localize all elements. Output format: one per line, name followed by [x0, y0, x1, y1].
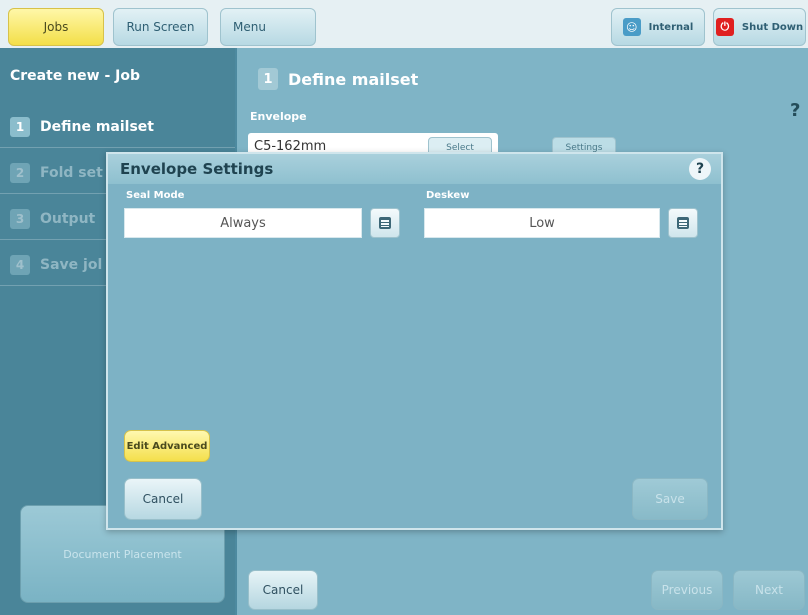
step-define-mailset[interactable]: 1 Define mailset — [0, 106, 235, 148]
step-label: Define mailset — [40, 118, 154, 135]
step-label: Fold set — [40, 164, 103, 181]
shut-down-label: Shut Down — [741, 21, 804, 33]
step-number: 1 — [10, 116, 30, 137]
internal-button[interactable]: ☺ Internal — [611, 8, 705, 46]
edit-advanced-button[interactable]: Edit Advanced — [124, 430, 210, 462]
seal-mode-list-button[interactable] — [370, 208, 400, 238]
user-icon: ☺ — [622, 18, 641, 36]
step-number: 2 — [10, 162, 30, 183]
jobs-tab[interactable]: Jobs — [8, 8, 104, 46]
power-icon: ⏻ — [715, 18, 734, 36]
internal-label: Internal — [648, 21, 694, 33]
menu-label: Menu — [233, 20, 266, 34]
jobs-tab-label: Jobs — [43, 20, 69, 34]
shut-down-button[interactable]: ⏻ Shut Down — [713, 8, 806, 46]
page-step-number: 1 — [258, 68, 278, 90]
step-label: Output — [40, 210, 96, 227]
run-screen-label: Run Screen — [126, 20, 195, 34]
dialog-title: Envelope Settings — [120, 160, 274, 178]
help-icon[interactable]: ? — [790, 100, 808, 122]
list-icon — [677, 217, 689, 229]
dialog-help-icon[interactable]: ? — [689, 158, 711, 180]
page-title: 1 Define mailset — [258, 68, 418, 90]
menu-tab[interactable]: Menu — [220, 8, 316, 46]
dialog-cancel-button[interactable]: Cancel — [124, 478, 202, 520]
envelope-label: Envelope — [250, 110, 307, 123]
deskew-list-button[interactable] — [668, 208, 698, 238]
seal-mode-label: Seal Mode — [126, 190, 185, 201]
previous-button[interactable]: Previous — [651, 570, 723, 610]
dialog-save-button[interactable]: Save — [632, 478, 708, 520]
run-screen-tab[interactable]: Run Screen — [113, 8, 208, 46]
top-bar: Jobs Run Screen Menu ☺ Internal ⏻ Shut D… — [0, 0, 808, 48]
step-number: 3 — [10, 208, 30, 229]
cancel-button[interactable]: Cancel — [248, 570, 318, 610]
next-button[interactable]: Next — [733, 570, 805, 610]
step-number: 4 — [10, 254, 30, 275]
list-icon — [379, 217, 391, 229]
envelope-settings-dialog: Envelope Settings ? Seal Mode Always Des… — [106, 152, 723, 530]
page-title-text: Define mailset — [288, 69, 419, 89]
dialog-header: Envelope Settings ? — [108, 154, 721, 184]
deskew-value[interactable]: Low — [424, 208, 660, 238]
seal-mode-value[interactable]: Always — [124, 208, 362, 238]
deskew-label: Deskew — [426, 190, 470, 201]
wizard-heading: Create new - Job — [10, 68, 140, 84]
step-label: Save jol — [40, 256, 103, 273]
